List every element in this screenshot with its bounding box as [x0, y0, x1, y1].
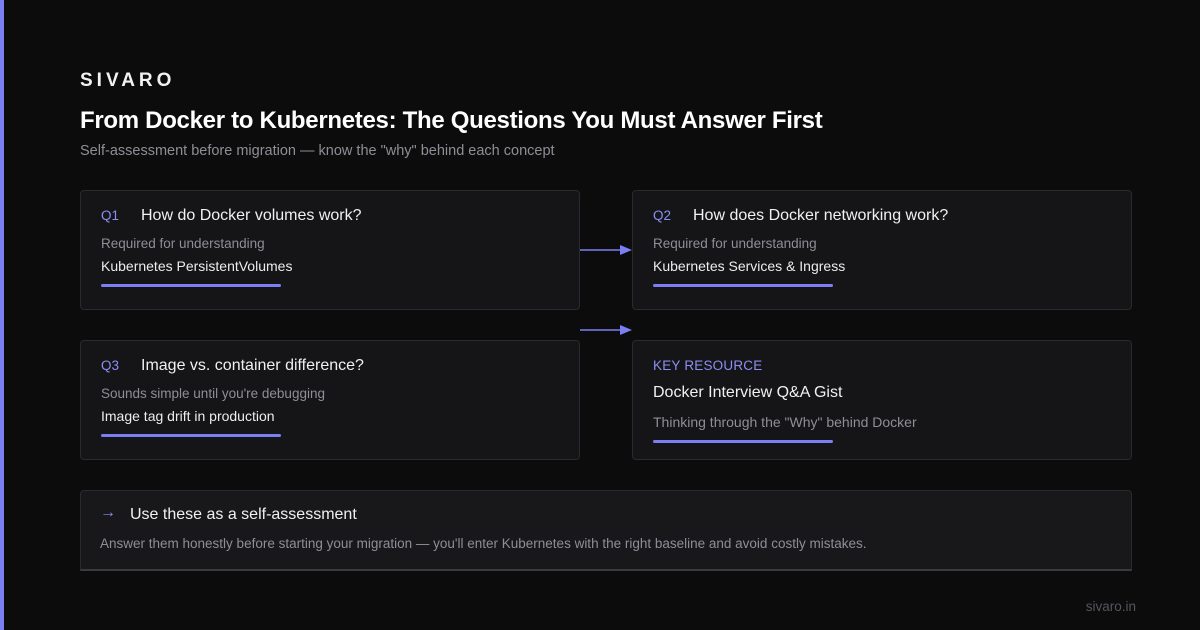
page-title: From Docker to Kubernetes: The Questions… — [80, 107, 823, 134]
summary-description: Answer them honestly before starting you… — [100, 536, 867, 551]
question-card-q3: Q3 Image vs. container difference? Sound… — [80, 340, 580, 460]
question-topic: Kubernetes Services & Ingress — [653, 258, 846, 274]
resource-label: KEY RESOURCE — [653, 358, 763, 373]
question-topic: Image tag drift in production — [101, 408, 275, 424]
question-card-q2: Q2 How does Docker networking work? Requ… — [632, 190, 1132, 310]
connector-arrow-icon — [580, 325, 632, 335]
accent-underline — [653, 284, 833, 287]
accent-underline — [101, 284, 281, 287]
resource-title[interactable]: Docker Interview Q&A Gist — [653, 384, 842, 402]
question-text: How do Docker volumes work? — [141, 207, 362, 224]
question-topic: Kubernetes PersistentVolumes — [101, 258, 293, 274]
question-number: Q3 — [101, 358, 120, 373]
accent-underline — [653, 440, 833, 443]
question-card-q1: Q1 How do Docker volumes work? Required … — [80, 190, 580, 310]
question-text: How does Docker networking work? — [693, 207, 949, 224]
question-context: Required for understanding — [653, 236, 817, 251]
question-number: Q2 — [653, 208, 672, 223]
question-text: Image vs. container difference? — [141, 357, 364, 374]
summary-callout: → Use these as a self-assessment Answer … — [80, 490, 1132, 571]
key-resource-card[interactable]: KEY RESOURCE Docker Interview Q&A Gist T… — [632, 340, 1132, 460]
left-accent-bar — [0, 0, 4, 630]
brand-logo: SIVARO — [80, 70, 176, 91]
summary-title: Use these as a self-assessment — [130, 506, 357, 523]
accent-underline — [101, 434, 281, 437]
page-subtitle: Self-assessment before migration — know … — [80, 143, 555, 159]
footer-url[interactable]: sivaro.in — [1086, 599, 1136, 614]
question-header: Q1 How do Docker volumes work? — [101, 207, 362, 225]
arrow-right-icon: → — [100, 504, 116, 521]
resource-description: Thinking through the "Why" behind Docker — [653, 414, 917, 430]
question-context: Sounds simple until you're debugging — [101, 386, 325, 401]
connector-arrow-icon — [580, 245, 632, 255]
question-context: Required for understanding — [101, 236, 265, 251]
question-number: Q1 — [101, 208, 120, 223]
question-header: Q2 How does Docker networking work? — [653, 207, 948, 225]
question-header: Q3 Image vs. container difference? — [101, 357, 364, 375]
